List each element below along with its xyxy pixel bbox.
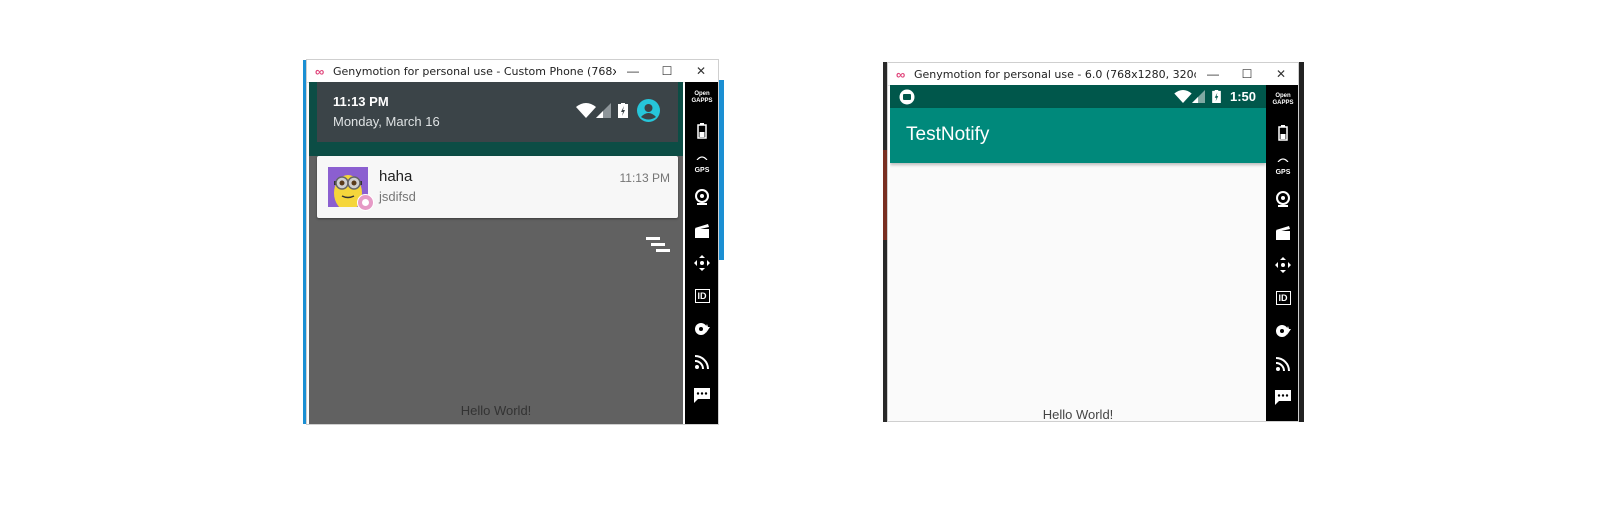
battery-charging-icon xyxy=(618,103,628,123)
app-bar: TestNotify xyxy=(890,108,1266,163)
gps-widget-button[interactable]: GPS xyxy=(685,149,718,179)
user-avatar-icon[interactable] xyxy=(637,99,660,127)
left-emulator-window: ∞ Genymotion for personal use - Custom P… xyxy=(306,59,719,425)
battery-widget-button[interactable] xyxy=(1266,118,1298,148)
app-badge-icon xyxy=(357,194,374,211)
right-emulator-window: ∞ Genymotion for personal use - 6.0 (768… xyxy=(887,62,1299,422)
genymotion-toolbar: Open GAPPS GPS ID xyxy=(685,82,718,424)
notification-card[interactable]: haha jsdifsd 11:13 PM xyxy=(317,156,678,218)
device-id-button[interactable]: ID xyxy=(1266,283,1298,313)
webcam-icon xyxy=(694,189,710,205)
screencast-widget-button[interactable] xyxy=(685,215,718,245)
notification-shade: 11:13 PM Monday, March 16 haha jsdifsd 1… xyxy=(309,82,683,424)
rss-icon xyxy=(695,355,709,369)
minimize-button[interactable]: — xyxy=(616,64,650,78)
status-bar: 1:50 xyxy=(890,85,1266,108)
signal-icon xyxy=(1192,90,1205,108)
maximize-button[interactable]: ☐ xyxy=(650,64,684,78)
minimize-button[interactable]: — xyxy=(1196,67,1230,81)
status-time: 1:50 xyxy=(1230,89,1257,104)
id-card-icon: ID xyxy=(1275,291,1291,305)
id-card-icon: ID xyxy=(694,289,710,303)
qs-time: 11:13 PM xyxy=(333,94,389,109)
camera-widget-button[interactable] xyxy=(1266,184,1298,214)
sms-button[interactable] xyxy=(1266,382,1298,412)
qs-date: Monday, March 16 xyxy=(333,114,440,129)
gps-widget-button[interactable]: GPS xyxy=(1266,151,1298,181)
network-button[interactable] xyxy=(685,347,718,377)
wifi-icon xyxy=(576,103,596,123)
open-gapps-label: Open GAPPS xyxy=(1272,93,1294,106)
open-gapps-label: Open GAPPS xyxy=(691,91,713,104)
disk-io-button[interactable] xyxy=(685,314,718,344)
screencast-widget-button[interactable] xyxy=(1266,217,1298,247)
close-button[interactable]: ✕ xyxy=(1264,67,1298,81)
sms-button[interactable] xyxy=(685,380,718,410)
wifi-icon xyxy=(1174,90,1192,108)
signal-icon xyxy=(596,103,611,123)
rss-icon xyxy=(1276,357,1290,371)
window-title: Genymotion for personal use - 6.0 (768x1… xyxy=(914,67,1196,81)
move-arrows-icon xyxy=(694,255,710,271)
remote-control-button[interactable] xyxy=(1266,250,1298,280)
notification-title: haha xyxy=(379,168,413,185)
battery-charging-icon xyxy=(1212,90,1221,108)
battery-icon xyxy=(697,123,707,139)
open-gapps-button[interactable]: Open GAPPS xyxy=(1266,85,1298,115)
battery-icon xyxy=(1278,125,1288,141)
disk-icon xyxy=(694,322,710,336)
notification-time: 11:13 PM xyxy=(619,171,670,185)
disk-icon xyxy=(1275,324,1291,338)
app-screen: 1:50 TestNotify Hello World! xyxy=(890,85,1266,422)
window-title: Genymotion for personal use - Custom Pho… xyxy=(333,64,616,78)
gps-label: GPS xyxy=(1276,156,1290,176)
message-icon xyxy=(1275,389,1291,405)
notification-status-icon xyxy=(899,89,915,110)
clapperboard-icon xyxy=(1275,225,1291,240)
camera-widget-button[interactable] xyxy=(685,182,718,212)
genymotion-toolbar: Open GAPPS GPS ID xyxy=(1266,85,1298,421)
clapperboard-icon xyxy=(694,223,710,238)
clear-all-icon[interactable] xyxy=(646,237,670,260)
left-window-titlebar[interactable]: ∞ Genymotion for personal use - Custom P… xyxy=(307,60,718,83)
quick-settings-panel[interactable]: 11:13 PM Monday, March 16 xyxy=(317,82,678,142)
webcam-icon xyxy=(1275,191,1291,207)
gps-label: GPS xyxy=(695,154,709,174)
network-button[interactable] xyxy=(1266,349,1298,379)
close-button[interactable]: ✕ xyxy=(684,64,718,78)
hello-world-text: Hello World! xyxy=(460,403,532,418)
right-window-titlebar[interactable]: ∞ Genymotion for personal use - 6.0 (768… xyxy=(888,63,1298,86)
battery-widget-button[interactable] xyxy=(685,116,718,146)
move-arrows-icon xyxy=(1275,257,1291,273)
device-id-button[interactable]: ID xyxy=(685,281,718,311)
notification-text: jsdifsd xyxy=(379,189,416,204)
hello-world-text: Hello World! xyxy=(1042,407,1114,422)
genymotion-logo-icon: ∞ xyxy=(896,66,906,82)
maximize-button[interactable]: ☐ xyxy=(1230,67,1264,81)
open-gapps-button[interactable]: Open GAPPS xyxy=(685,83,718,113)
genymotion-logo-icon: ∞ xyxy=(315,63,325,79)
app-title: TestNotify xyxy=(906,124,990,145)
disk-io-button[interactable] xyxy=(1266,316,1298,346)
remote-control-button[interactable] xyxy=(685,248,718,278)
message-icon xyxy=(694,387,710,403)
